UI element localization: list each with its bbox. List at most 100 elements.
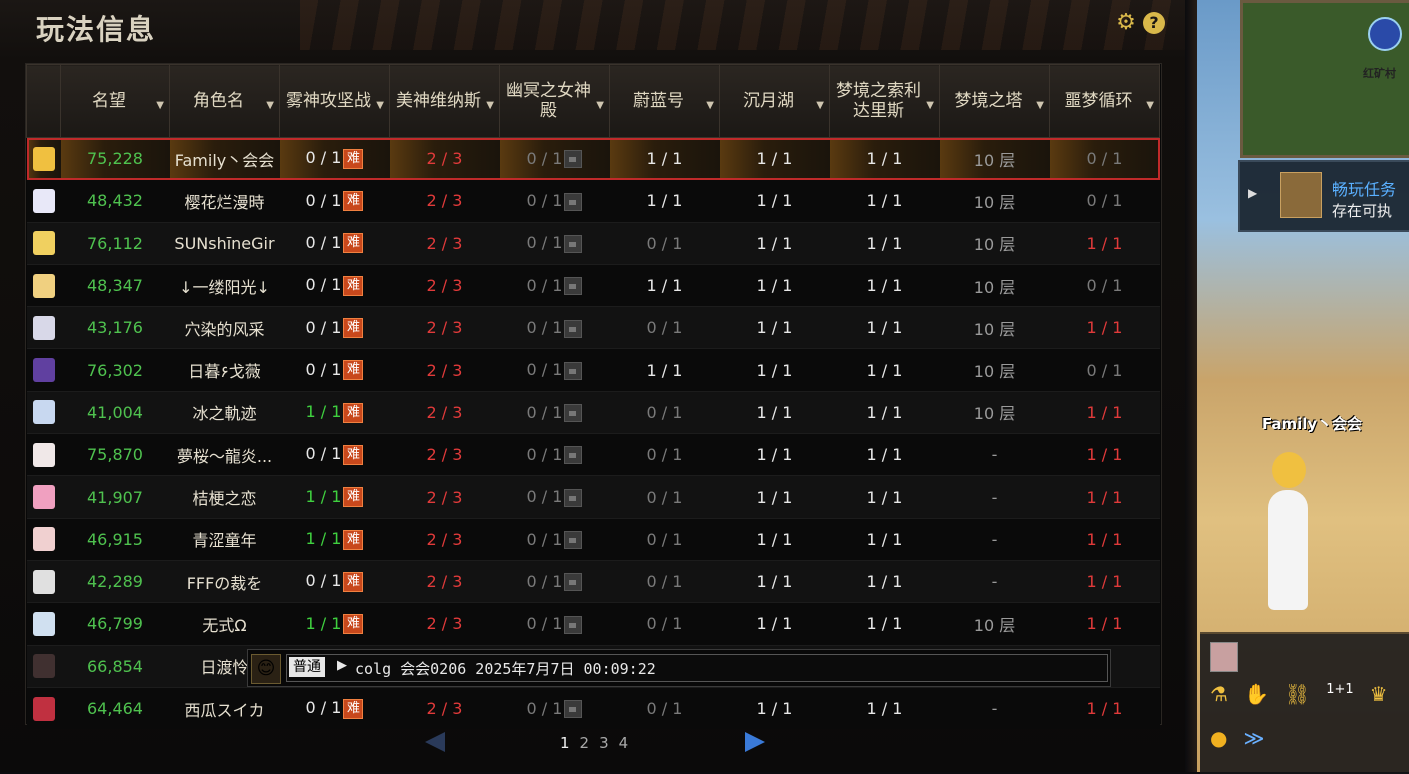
expand-arrow-icon[interactable]: ▶ (1248, 186, 1257, 200)
potion-icon[interactable]: ⚗ (1210, 682, 1228, 706)
name-cell: 穴染的风采 (169, 306, 280, 349)
fame-cell-value: 48,347 (87, 276, 143, 296)
chat-channel[interactable]: 普通 (289, 657, 325, 677)
table-row[interactable]: 48,432 樱花烂漫時 0 / 1难2 / 30 / 11 / 11 / 11 /… (26, 179, 1160, 223)
sort-arrow-icon[interactable]: ▼ (486, 96, 494, 116)
sort-arrow-icon[interactable]: ▼ (376, 96, 384, 116)
column-header-6[interactable]: 蔚蓝号 ▼ (609, 64, 720, 138)
player-character[interactable] (1248, 440, 1328, 620)
c3-cell-value: 0 / 1 (526, 529, 563, 549)
c2-cell-value: 2 / 3 (426, 699, 463, 718)
gift-icon[interactable]: 1+1 (1326, 682, 1353, 706)
avatar-cell (26, 136, 61, 180)
name-cell: 桔梗之恋 (169, 475, 280, 519)
avatar-cell (26, 263, 61, 307)
link-icon[interactable]: ⛓ (1285, 682, 1310, 706)
sort-arrow-icon[interactable]: ▼ (156, 96, 164, 116)
column-header-9[interactable]: 梦境之塔 ▼ (939, 64, 1050, 138)
c4-cell-value: 0 / 1 (646, 614, 683, 634)
table-row[interactable]: 43,176 穴染的风采 0 / 1难2 / 30 / 10 / 11 / 11 /… (26, 306, 1160, 349)
table-row[interactable]: 75,228 Family丶会会 0 / 1难2 / 30 / 11 / 11 / … (26, 136, 1160, 180)
gear-icon[interactable]: ⚙ (1115, 12, 1137, 34)
column-header-1[interactable]: 名望 ▼ (60, 64, 170, 138)
page-number[interactable]: 3 (599, 734, 609, 752)
sort-arrow-icon[interactable]: ▼ (596, 96, 604, 116)
c5-cell: 1 / 1 (719, 602, 830, 646)
crown-icon[interactable]: ♛ (1370, 682, 1388, 706)
c7-cell: 10 层 (939, 348, 1050, 392)
page-number[interactable]: 2 (580, 734, 590, 752)
chat-input[interactable]: 普通 ▶ colg 会会0206 2025年7月7日 00:09:22 (286, 654, 1108, 682)
quest-notice[interactable]: ▶ 畅玩任务 存在可执 (1238, 160, 1409, 232)
c1-cell: 0 / 1难 (279, 136, 390, 180)
c5-cell: 1 / 1 (719, 686, 830, 730)
table-row[interactable]: 46,915 青涩童年 1 / 1难2 / 30 / 10 / 11 / 11 / … (26, 517, 1160, 561)
table-row[interactable]: 48,347 ↓一缕阳光↓ 0 / 1难2 / 30 / 11 / 11 / 11 … (26, 263, 1160, 307)
c8-cell-value: 1 / 1 (1086, 318, 1123, 338)
hard-mode-badge: 难 (343, 233, 364, 254)
next-page-icon[interactable] (745, 732, 765, 752)
wings-icon[interactable]: ≫ (1243, 726, 1264, 750)
sort-arrow-icon[interactable]: ▼ (266, 96, 274, 116)
c1-cell-value: 0 / 1 (305, 571, 342, 591)
c5-cell-value: 1 / 1 (756, 233, 793, 253)
location-pin-icon[interactable]: ● (1210, 726, 1227, 750)
sort-arrow-icon[interactable]: ▼ (1036, 96, 1044, 116)
c8-cell: 1 / 1 (1049, 686, 1160, 730)
sort-arrow-icon[interactable]: ▼ (816, 96, 824, 116)
minimap[interactable]: 红矿村 (1240, 0, 1409, 158)
c3-cell: 0 / 1 (499, 348, 610, 392)
character-avatar (32, 146, 55, 171)
page-number[interactable]: 4 (619, 734, 629, 752)
table-row[interactable]: 41,907 桔梗之恋 1 / 1难2 / 30 / 10 / 11 / 11 / … (26, 475, 1160, 519)
c1-cell: 0 / 1难 (279, 179, 390, 223)
lock-icon (564, 234, 583, 253)
handshake-icon[interactable]: ✋ (1244, 682, 1269, 706)
table-row[interactable]: 76,302 日暮۶戈薇 0 / 1难2 / 30 / 11 / 11 / 11 /… (26, 348, 1160, 392)
prev-page-icon[interactable] (425, 732, 445, 752)
compass-icon[interactable] (1368, 17, 1402, 51)
c7-cell-value: 10 层 (973, 150, 1016, 170)
c6-cell: 1 / 1 (829, 390, 940, 434)
table-row[interactable]: 42,289 FFFの裁を 0 / 1难2 / 30 / 10 / 11 / 11 … (26, 559, 1160, 603)
c8-cell: 1 / 1 (1049, 602, 1160, 646)
party-avatar[interactable] (1210, 642, 1238, 672)
c1-cell-value: 1 / 1 (305, 486, 342, 506)
c8-cell-value: 1 / 1 (1086, 445, 1123, 465)
minimap-label: 红矿村 (1363, 67, 1396, 80)
help-icon[interactable]: ? (1143, 12, 1165, 34)
table-row[interactable]: 64,464 西瓜スイカ 0 / 1难2 / 30 / 10 / 11 / 11 /… (26, 686, 1160, 730)
c6-cell: 1 / 1 (829, 475, 940, 519)
c8-cell-value: 1 / 1 (1086, 572, 1123, 592)
c4-cell-value: 1 / 1 (646, 360, 683, 380)
table-row[interactable]: 46,799 无式Ω 1 / 1难2 / 30 / 10 / 11 / 11 / 1… (26, 602, 1160, 646)
hard-mode-badge: 难 (343, 148, 364, 169)
quick-bar: ⚗ ✋ ⛓ 1+1 ♛ ● ≫ (1200, 632, 1409, 774)
fame-cell: 42,289 (60, 559, 170, 603)
c7-cell-value: 10 层 (973, 235, 1016, 255)
hard-mode-badge: 难 (343, 318, 364, 339)
table-row[interactable]: 75,870 夢桜～龍炎... 0 / 1难2 / 30 / 10 / 11 / 1… (26, 433, 1160, 476)
c6-cell-value: 1 / 1 (866, 360, 903, 380)
column-header-3[interactable]: 雾神攻坚战 ▼ (279, 64, 390, 138)
column-header-5[interactable]: 幽冥之女神殿 ▼ (499, 64, 610, 138)
pager: 1234 (420, 730, 780, 758)
column-header-4[interactable]: 美神维纳斯 ▼ (389, 64, 500, 138)
column-header-7[interactable]: 沉月湖 ▼ (719, 64, 830, 138)
c4-cell-value: 0 / 1 (646, 445, 683, 465)
sort-arrow-icon[interactable]: ▼ (1146, 96, 1154, 116)
page-number[interactable]: 1 (560, 734, 570, 752)
table-row[interactable]: 76,112 SUNshīneGir 0 / 1难2 / 30 / 10 / 11 … (26, 221, 1160, 265)
c2-cell: 2 / 3 (389, 686, 500, 730)
column-header-8[interactable]: 梦境之索利达里斯 ▼ (829, 64, 940, 138)
emoji-icon[interactable]: 😊 (251, 654, 281, 684)
fame-cell: 76,112 (60, 221, 170, 265)
table-row[interactable]: 41,004 冰之軌迹 1 / 1难2 / 30 / 10 / 11 / 11 / … (26, 390, 1160, 434)
c1-cell: 1 / 1难 (279, 390, 390, 434)
column-header-2[interactable]: 角色名 ▼ (169, 64, 280, 138)
sort-arrow-icon[interactable]: ▼ (706, 96, 714, 116)
c5-cell: 1 / 1 (719, 263, 830, 307)
column-header-10[interactable]: 噩梦循环 ▼ (1049, 64, 1160, 138)
sort-arrow-icon[interactable]: ▼ (926, 96, 934, 116)
c3-cell-value: 0 / 1 (526, 614, 563, 634)
